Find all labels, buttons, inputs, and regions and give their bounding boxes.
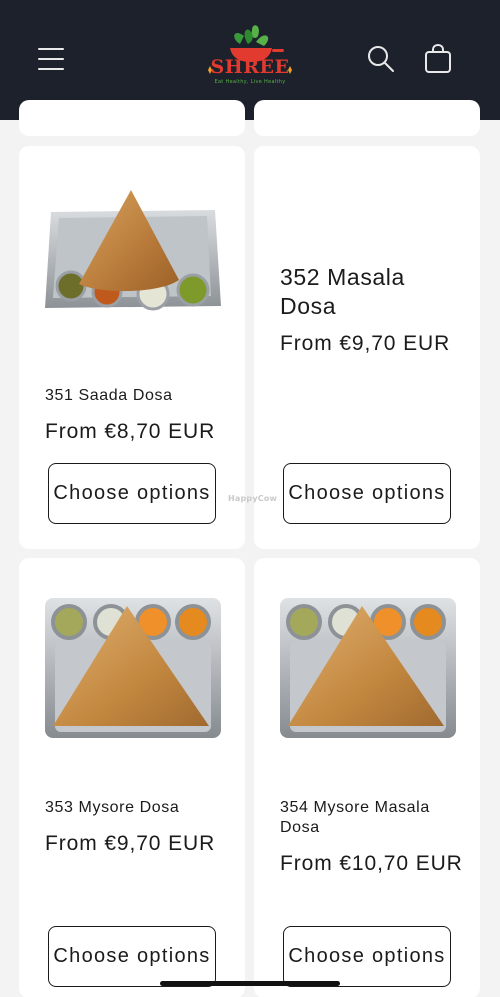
product-card-partial — [254, 100, 480, 136]
product-card-353[interactable]: 353 Mysore Dosa From €9,70 EUR Choose op… — [19, 558, 245, 997]
choose-options-button[interactable]: Choose options — [48, 463, 216, 524]
choose-options-button[interactable]: Choose options — [48, 926, 216, 987]
product-title[interactable]: 354 Mysore Masala Dosa — [280, 798, 466, 838]
logo[interactable]: SHREE Eat Healthy, Live Healthy — [200, 22, 300, 92]
product-price: From €9,70 EUR — [45, 832, 216, 855]
product-card-354[interactable]: 354 Mysore Masala Dosa From €10,70 EUR C… — [254, 558, 480, 997]
home-indicator[interactable] — [160, 981, 340, 986]
mysore-dosa-image — [45, 598, 221, 738]
product-price: From €10,70 EUR — [280, 852, 463, 875]
logo-tagline: Eat Healthy, Live Healthy — [214, 79, 286, 85]
watermark: HappyCow — [228, 494, 278, 503]
product-title[interactable]: 352 Masala Dosa — [280, 263, 466, 321]
product-card-352[interactable]: 352 Masala Dosa From €9,70 EUR Choose op… — [254, 146, 480, 549]
logo-text: SHREE — [210, 56, 290, 78]
search-icon[interactable] — [366, 44, 396, 74]
choose-options-button[interactable]: Choose options — [283, 463, 451, 524]
product-title[interactable]: 351 Saada Dosa — [45, 386, 231, 406]
menu-icon[interactable] — [36, 44, 66, 74]
cart-icon[interactable] — [422, 42, 454, 74]
saada-dosa-image — [45, 190, 221, 311]
product-card-partial — [19, 100, 245, 136]
product-price: From €8,70 EUR — [45, 420, 216, 443]
product-card-351[interactable]: 351 Saada Dosa From €8,70 EUR Choose opt… — [19, 146, 245, 549]
product-title[interactable]: 353 Mysore Dosa — [45, 798, 231, 818]
choose-options-button[interactable]: Choose options — [283, 926, 451, 987]
mysore-masala-dosa-image — [280, 598, 456, 738]
product-price: From €9,70 EUR — [280, 332, 451, 355]
